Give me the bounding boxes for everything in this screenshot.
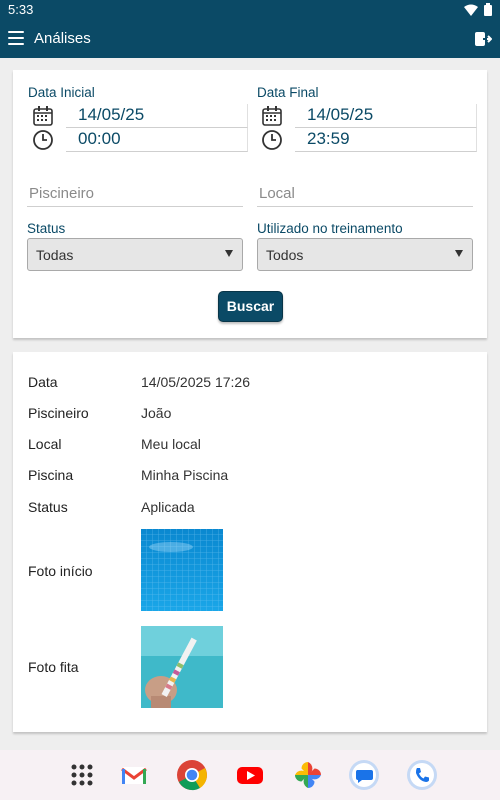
page-title: Análises xyxy=(34,30,91,47)
treinamento-select[interactable]: Todos xyxy=(257,238,473,271)
logout-icon[interactable] xyxy=(474,30,492,48)
app-dock xyxy=(0,750,500,800)
start-time-row: 00:00 xyxy=(32,128,248,152)
end-date-label: Data Final xyxy=(257,85,319,100)
pool-start-photo[interactable] xyxy=(141,529,223,611)
end-date-field[interactable]: 14/05/25 xyxy=(295,104,477,128)
search-button[interactable]: Buscar xyxy=(218,291,283,322)
filter-card: Data Inicial 14/05/25 00:00 Data Final 1… xyxy=(13,70,487,338)
start-date-field[interactable]: 14/05/25 xyxy=(66,104,248,128)
status-detail-value: Aplicada xyxy=(141,499,195,515)
calendar-icon xyxy=(33,106,53,126)
piscina-value: Minha Piscina xyxy=(141,467,229,483)
wifi-icon xyxy=(464,4,478,16)
status-detail-label: Status xyxy=(28,499,68,515)
end-date-row: 14/05/25 xyxy=(261,104,477,128)
local-label: Local xyxy=(28,436,62,452)
calendar-icon xyxy=(262,106,282,126)
treinamento-label: Utilizado no treinamento xyxy=(257,221,403,236)
end-time-row: 23:59 xyxy=(261,128,477,152)
dropdown-arrow-icon xyxy=(455,250,463,257)
start-time-field[interactable]: 00:00 xyxy=(66,128,248,152)
start-date-label: Data Inicial xyxy=(28,85,95,100)
status-select[interactable]: Todas xyxy=(27,238,243,271)
photos-icon[interactable] xyxy=(292,759,324,791)
data-label: Data xyxy=(28,374,58,390)
clock-icon xyxy=(33,130,53,150)
chrome-icon[interactable] xyxy=(176,759,208,791)
analysis-detail-card[interactable]: Data 14/05/2025 17:26 Piscineiro João Lo… xyxy=(13,352,487,732)
local-input[interactable] xyxy=(257,181,473,207)
piscineiro-input[interactable] xyxy=(27,181,243,207)
foto-fita-label: Foto fita xyxy=(28,659,79,675)
dropdown-arrow-icon xyxy=(225,250,233,257)
hamburger-menu-icon[interactable] xyxy=(8,31,24,45)
youtube-icon[interactable] xyxy=(234,759,266,791)
piscineiro-value: João xyxy=(141,405,172,421)
phone-icon[interactable] xyxy=(406,759,438,791)
status-bar: 5:33 xyxy=(0,0,500,20)
piscina-label: Piscina xyxy=(28,467,74,483)
treinamento-select-value: Todos xyxy=(266,247,304,263)
test-strip-photo[interactable] xyxy=(141,626,223,708)
status-label: Status xyxy=(27,221,66,236)
piscineiro-label: Piscineiro xyxy=(28,405,89,421)
start-date-row: 14/05/25 xyxy=(32,104,248,128)
app-bar: Análises xyxy=(0,20,500,58)
messages-icon[interactable] xyxy=(348,759,380,791)
local-value: Meu local xyxy=(141,436,201,452)
end-time-field[interactable]: 23:59 xyxy=(295,128,477,152)
app-drawer-icon[interactable] xyxy=(66,759,98,791)
status-icons xyxy=(464,3,492,16)
foto-inicio-label: Foto início xyxy=(28,563,93,579)
gmail-icon[interactable] xyxy=(118,759,150,791)
status-select-value: Todas xyxy=(36,247,74,263)
status-time: 5:33 xyxy=(8,2,34,17)
data-value: 14/05/2025 17:26 xyxy=(141,374,250,390)
battery-icon xyxy=(484,3,492,16)
clock-icon xyxy=(262,130,282,150)
